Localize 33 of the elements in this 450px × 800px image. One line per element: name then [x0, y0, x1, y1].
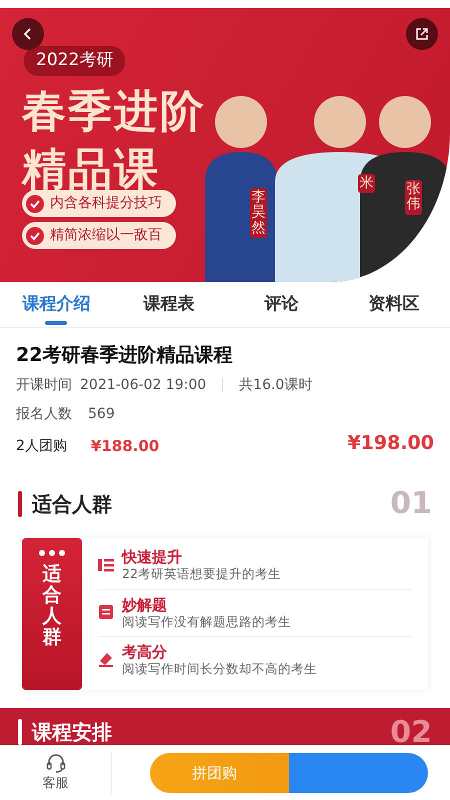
tab[interactable]: 评论: [225, 282, 338, 327]
course-title: 22考研春季进阶精品课程: [16, 344, 234, 367]
tab[interactable]: 资料区: [338, 282, 450, 327]
item-title: 妙解题: [122, 596, 168, 614]
start-time: 2021-06-02 19:00: [80, 376, 206, 395]
teacher-name: 李昊然: [250, 188, 267, 238]
enroll-label: 报名人数: [16, 404, 72, 424]
item-description: 22考研英语想要提升的考生: [122, 566, 281, 583]
group-buy-label: 2人团购: [16, 437, 67, 456]
tab[interactable]: 课程介绍: [0, 282, 112, 327]
group-price: ¥188.00: [90, 436, 160, 457]
teacher-name: 米: [358, 174, 375, 194]
banner-headline: 春季进阶: [22, 90, 206, 134]
banner-tag: 2022考研: [24, 46, 126, 76]
section-number: 01: [390, 485, 432, 524]
item-description: 阅读写作时间长分数却不高的考生: [122, 660, 317, 678]
lesson-hours: 共16.0课时: [239, 376, 312, 395]
item-description: 阅读写作没有解题思路的考生: [122, 614, 291, 630]
teacher-name: 张伟: [405, 180, 422, 215]
customer-service-button[interactable]: 客服: [0, 751, 112, 795]
section-title: 适合人群: [32, 490, 112, 518]
enroll-count: 569: [88, 404, 115, 424]
side-label: 适合人群: [42, 564, 62, 648]
banner-point-text: 内含各科提分技巧: [50, 194, 162, 213]
item-title: 快速提升: [122, 548, 183, 566]
tab[interactable]: 课程表: [112, 282, 225, 327]
banner-headline: 精品课: [22, 148, 160, 192]
section-number: 02: [390, 714, 432, 752]
banner-point-text: 精简浓缩以一敌百: [50, 226, 162, 245]
start-time-label: 开课时间: [16, 376, 72, 395]
section-title: 课程安排: [32, 719, 112, 746]
price: ¥198.00: [347, 430, 434, 456]
item-title: 考高分: [122, 642, 168, 661]
